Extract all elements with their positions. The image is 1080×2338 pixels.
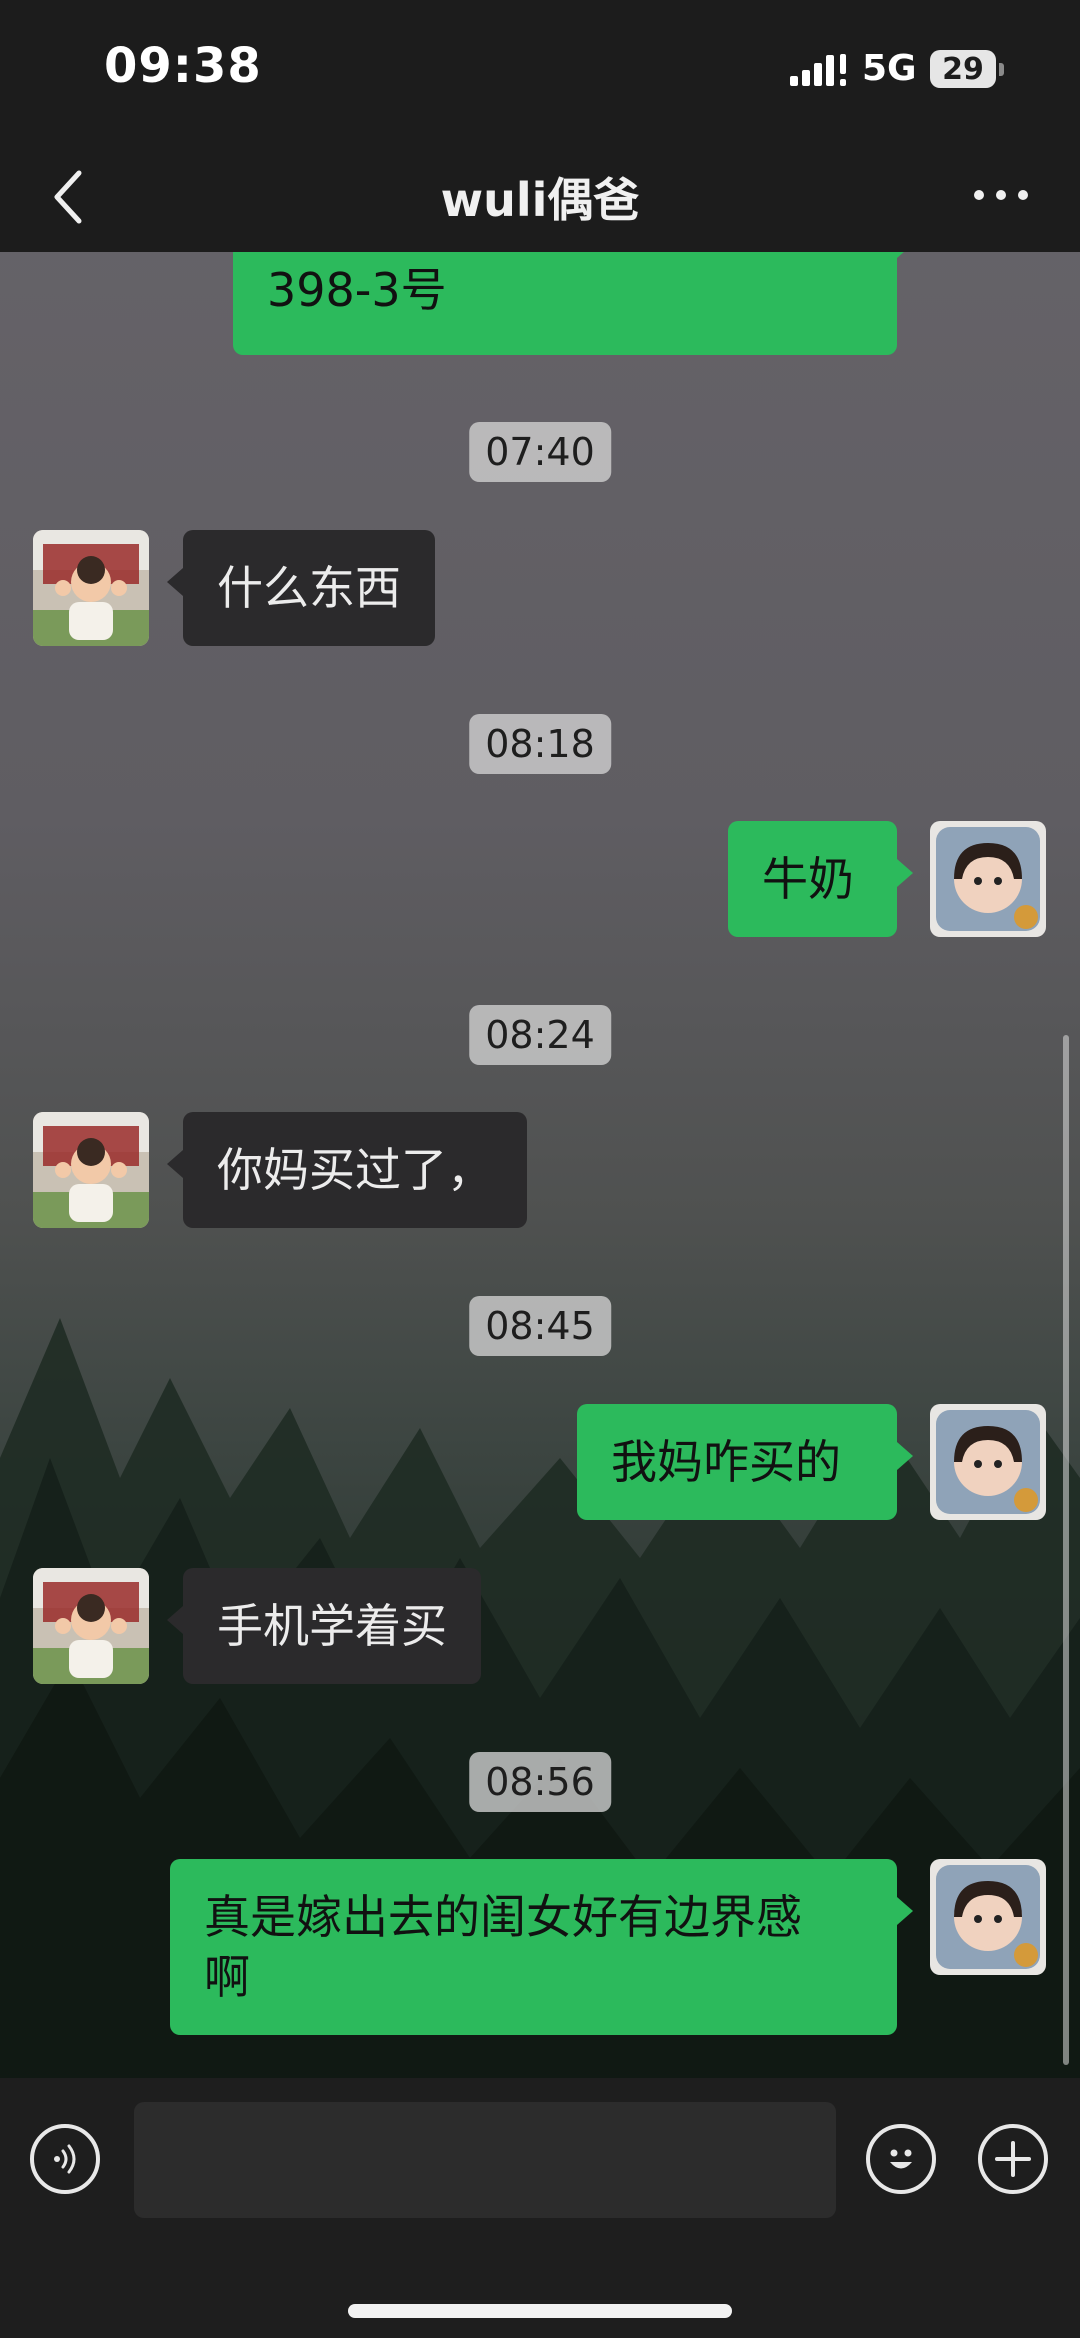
- network-type: 5G: [862, 48, 917, 89]
- battery-icon: 29: [930, 50, 996, 88]
- emoji-icon: [890, 2149, 912, 2169]
- message-text: 我妈咋买的: [611, 1435, 841, 1489]
- girl-photo-avatar: [930, 1404, 1046, 1520]
- plus-icon: [995, 2141, 1031, 2177]
- message-bubble-incoming[interactable]: 什么东西: [167, 530, 435, 646]
- plus-button[interactable]: [978, 2124, 1048, 2194]
- timestamp: 07:40: [469, 422, 611, 482]
- chat-header: wuli偶爸: [0, 140, 1080, 252]
- message-bubble-outgoing[interactable]: 真是嫁出去的闺女好有边界感 啊: [170, 1859, 913, 2035]
- more-dots-icon: [974, 190, 1028, 200]
- baby-photo-avatar: [33, 1568, 149, 1684]
- scrollbar[interactable]: [1063, 1035, 1069, 2065]
- message-bubble-outgoing[interactable]: 我妈咋买的: [577, 1404, 913, 1520]
- battery-tip: [999, 63, 1004, 76]
- message-text: 啊: [204, 1950, 250, 2004]
- status-bar: 09:38 5G 29: [0, 0, 1080, 140]
- girl-photo-avatar: [930, 1859, 1046, 1975]
- emoji-button[interactable]: [866, 2124, 936, 2194]
- message-bubble-incoming[interactable]: 手机学着买: [167, 1568, 481, 1684]
- chat-title: wuli偶爸: [440, 173, 640, 227]
- baby-photo-avatar: [33, 530, 149, 646]
- more-button[interactable]: [966, 170, 1036, 220]
- my-avatar[interactable]: [930, 1404, 1046, 1520]
- timestamp: 08:45: [469, 1296, 611, 1356]
- contact-avatar[interactable]: [33, 1112, 149, 1228]
- input-bar: [0, 2078, 1080, 2338]
- timestamp: 08:18: [469, 714, 611, 774]
- battery-level: 29: [942, 51, 984, 87]
- voice-icon: [54, 2144, 76, 2174]
- my-avatar[interactable]: [930, 821, 1046, 937]
- message-bubble-outgoing[interactable]: 398-3号: [233, 252, 913, 355]
- message-text: 你妈买过了，: [217, 1143, 493, 1197]
- message-text: 手机学着买: [217, 1599, 447, 1653]
- message-input[interactable]: [134, 2102, 836, 2218]
- message-text: 真是嫁出去的闺女好有边界感: [204, 1890, 802, 1944]
- signal-icon: [790, 54, 846, 86]
- message-bubble-outgoing[interactable]: 牛奶: [728, 821, 913, 937]
- message-list[interactable]: 398-3号 07:40 什么东西 08:18 牛奶 08:24 你妈买过了， …: [0, 252, 1080, 2078]
- home-indicator[interactable]: [348, 2304, 732, 2318]
- timestamp: 08:24: [469, 1005, 611, 1065]
- contact-avatar[interactable]: [33, 1568, 149, 1684]
- message-text: 398-3号: [267, 263, 447, 317]
- baby-photo-avatar: [33, 1112, 149, 1228]
- timestamp: 08:56: [469, 1752, 611, 1812]
- my-avatar[interactable]: [930, 1859, 1046, 1975]
- message-bubble-incoming[interactable]: 你妈买过了，: [167, 1112, 527, 1228]
- message-text: 什么东西: [217, 561, 401, 615]
- contact-avatar[interactable]: [33, 530, 149, 646]
- status-time: 09:38: [104, 38, 262, 94]
- girl-photo-avatar: [930, 821, 1046, 937]
- voice-button[interactable]: [30, 2124, 100, 2194]
- message-text: 牛奶: [762, 852, 854, 906]
